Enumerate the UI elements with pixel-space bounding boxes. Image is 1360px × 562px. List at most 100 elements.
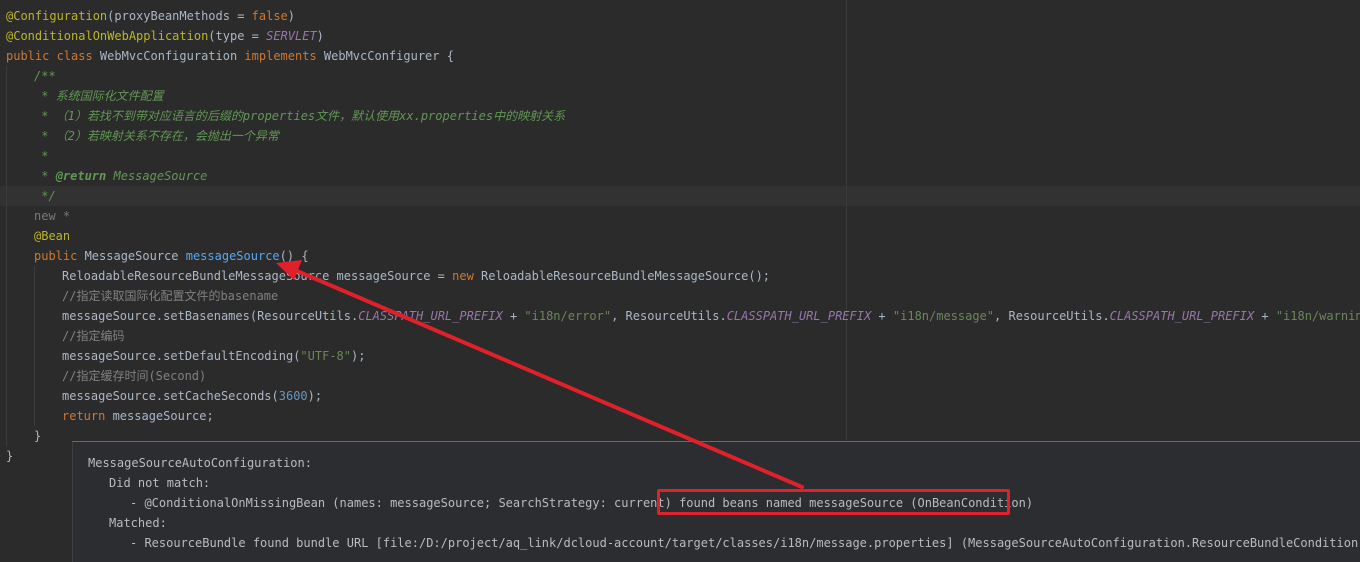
- code-token: @Configuration: [6, 9, 108, 23]
- code-token: messageSource.setDefaultEncoding(: [62, 349, 301, 363]
- code-token: new: [452, 269, 482, 283]
- code-token: CLASSPATH_URL_PREFIX: [358, 309, 503, 323]
- code-line[interactable]: //指定编码: [0, 326, 1360, 346]
- popup-title: MessageSourceAutoConfiguration:: [88, 456, 312, 470]
- code-token: messageSource.setCacheSeconds(: [62, 389, 279, 403]
- code-token: //指定编码: [62, 329, 125, 343]
- code-editor[interactable]: @Configuration(proxyBeanMethods = false)…: [0, 0, 1360, 562]
- indent-guide: [6, 186, 7, 206]
- code-token: @Bean: [34, 229, 71, 243]
- code-token: , ResourceUtils.: [611, 309, 727, 323]
- code-line[interactable]: */: [0, 186, 1360, 206]
- indent-guide: [34, 286, 35, 306]
- indent-guide: [6, 426, 7, 446]
- code-token: @return: [55, 169, 107, 183]
- code-line[interactable]: //指定缓存时间(Second): [0, 366, 1360, 386]
- code-token: * （2）若映射关系不存在，会抛出一个异常: [34, 129, 279, 143]
- code-line[interactable]: /**: [0, 66, 1360, 86]
- code-token: false: [251, 9, 288, 23]
- code-token: "i18n/warning": [1275, 309, 1360, 323]
- code-line[interactable]: *: [0, 146, 1360, 166]
- code-token: +: [871, 309, 893, 323]
- code-line[interactable]: @Configuration(proxyBeanMethods = false): [0, 6, 1360, 26]
- callout-highlight-box: [657, 489, 1010, 515]
- code-area[interactable]: @Configuration(proxyBeanMethods = false)…: [0, 6, 1360, 466]
- code-line[interactable]: @Bean: [0, 226, 1360, 246]
- code-token: SERVLET: [266, 29, 317, 43]
- code-line[interactable]: * 系统国际化文件配置: [0, 86, 1360, 106]
- indent-guide: [6, 86, 7, 106]
- indent-guide: [6, 386, 7, 406]
- code-token: public: [34, 249, 85, 263]
- code-token: */: [34, 189, 56, 203]
- code-token: +: [1254, 309, 1276, 323]
- code-token: , ResourceUtils.: [994, 309, 1110, 323]
- code-token: //指定缓存时间(Second): [62, 369, 207, 383]
- code-line[interactable]: @ConditionalOnWebApplication(type = SERV…: [0, 26, 1360, 46]
- code-line[interactable]: //指定读取国际化配置文件的basename: [0, 286, 1360, 306]
- code-token: 3600: [278, 389, 308, 403]
- indent-guide: [6, 366, 7, 386]
- code-token: messageSource;: [112, 409, 214, 423]
- indent-guide: [34, 386, 35, 406]
- code-token: +: [502, 309, 525, 323]
- indent-guide: [34, 346, 35, 366]
- code-token: @ConditionalOnWebApplication: [6, 29, 209, 43]
- code-token: WebMvcConfigurer {: [323, 49, 454, 63]
- code-line[interactable]: messageSource.setDefaultEncoding("UTF-8"…: [0, 346, 1360, 366]
- code-token: * （1）若找不到带对应语言的后缀的properties文件，默认使用xx.pr…: [34, 109, 566, 123]
- code-token: CLASSPATH_URL_PREFIX: [1109, 309, 1255, 323]
- code-line[interactable]: * （1）若找不到带对应语言的后缀的properties文件，默认使用xx.pr…: [0, 106, 1360, 126]
- code-line[interactable]: public class WebMvcConfiguration impleme…: [0, 46, 1360, 66]
- indent-guide: [34, 306, 35, 326]
- indent-guide: [6, 146, 7, 166]
- indent-guide: [6, 226, 7, 246]
- code-line[interactable]: * @return MessageSource: [0, 166, 1360, 186]
- popup-did-not-match-label: Did not match:: [109, 476, 211, 490]
- indent-guide: [6, 266, 7, 286]
- indent-guide: [34, 366, 35, 386]
- indent-guide: [34, 266, 35, 286]
- code-token: ReloadableResourceBundleMessageSource me…: [62, 269, 453, 283]
- popup-condition-prefix: - @ConditionalOnMissingBean (names: mess…: [130, 496, 680, 510]
- code-token: ReloadableResourceBundleMessageSource();: [481, 269, 771, 283]
- code-line[interactable]: messageSource.setBasenames(ResourceUtils…: [0, 306, 1360, 326]
- code-token: /**: [34, 69, 56, 83]
- indent-guide: [6, 406, 7, 426]
- indent-guide: [6, 166, 7, 186]
- code-token: implements: [244, 49, 324, 63]
- code-token: MessageSource: [84, 249, 186, 263]
- code-line[interactable]: messageSource.setCacheSeconds(3600);: [0, 386, 1360, 406]
- indent-guide: [34, 326, 35, 346]
- code-token: );: [307, 389, 323, 403]
- indent-guide: [6, 246, 7, 266]
- code-token: (proxyBeanMethods =: [107, 9, 252, 23]
- code-token: * 系统国际化文件配置: [34, 89, 164, 103]
- code-token: "i18n/error": [524, 309, 612, 323]
- indent-guide: [6, 106, 7, 126]
- indent-guide: [6, 346, 7, 366]
- indent-guide: [6, 126, 7, 146]
- code-token: MessageSource: [106, 169, 208, 183]
- code-token: public class: [6, 49, 100, 63]
- code-token: *: [34, 169, 56, 183]
- code-line[interactable]: new *: [0, 206, 1360, 226]
- code-token: return: [62, 409, 113, 423]
- code-line[interactable]: ReloadableResourceBundleMessageSource me…: [0, 266, 1360, 286]
- code-token: "i18n/message": [892, 309, 995, 323]
- code-token: messageSource: [185, 249, 280, 263]
- code-line[interactable]: * （2）若映射关系不存在，会抛出一个异常: [0, 126, 1360, 146]
- code-token: new *: [34, 209, 71, 223]
- code-token: }: [34, 429, 42, 443]
- indent-guide: [6, 206, 7, 226]
- code-token: *: [34, 149, 49, 163]
- code-token: }: [6, 449, 14, 463]
- code-line[interactable]: public MessageSource messageSource() {: [0, 246, 1360, 266]
- code-token: );: [351, 349, 366, 363]
- indent-guide: [6, 286, 7, 306]
- indent-guide: [34, 406, 35, 426]
- indent-guide: [6, 306, 7, 326]
- code-token: //指定读取国际化配置文件的basename: [62, 289, 279, 303]
- code-line[interactable]: return messageSource;: [0, 406, 1360, 426]
- code-token: (type =: [208, 29, 267, 43]
